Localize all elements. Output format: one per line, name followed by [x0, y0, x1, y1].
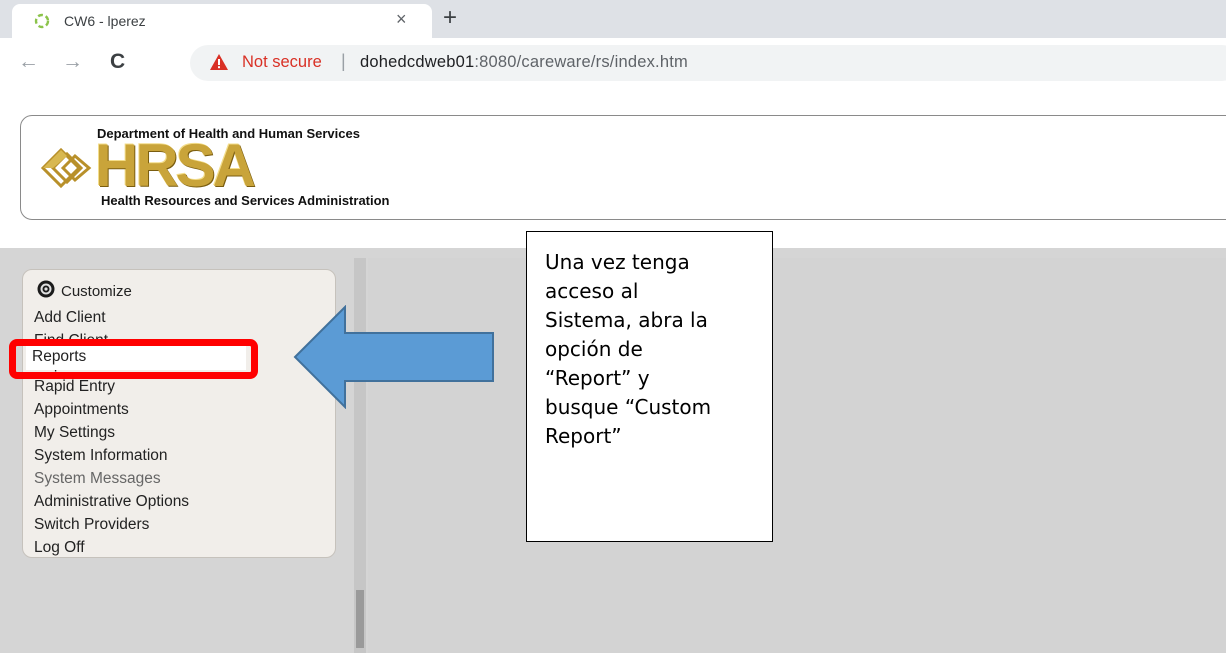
main-menu: Customize Add Client Find Client Reports…	[22, 269, 336, 558]
security-status[interactable]: Not secure	[242, 53, 322, 72]
address-bar[interactable]: Not secure | dohedcdweb01:8080/careware/…	[190, 45, 1226, 81]
reports-highlight-box	[9, 339, 258, 379]
menu-item-administrative-options[interactable]: Administrative Options	[34, 490, 189, 513]
new-tab-button[interactable]: +	[443, 4, 457, 32]
menu-item-my-settings[interactable]: My Settings	[34, 421, 189, 444]
reload-icon[interactable]: C	[110, 50, 125, 74]
hrsa-logo-text: HRSA	[95, 132, 256, 199]
gear-icon	[37, 280, 55, 298]
url-host: dohedcdweb01	[360, 53, 475, 71]
warning-icon[interactable]	[210, 54, 228, 70]
menu-customize[interactable]: Customize	[37, 280, 132, 300]
menu-item-system-information[interactable]: System Information	[34, 444, 189, 467]
url-separator: |	[341, 51, 346, 71]
close-tab-icon[interactable]: ×	[396, 9, 407, 30]
menu-item-log-off[interactable]: Log Off	[34, 536, 189, 559]
menu-item-system-messages[interactable]: System Messages	[34, 467, 189, 490]
tab-title: CW6 - lperez	[64, 13, 146, 29]
menu-item-add-client[interactable]: Add Client	[34, 306, 189, 329]
url-path: :8080/careware/rs/index.htm	[474, 53, 688, 71]
scrollbar-thumb[interactable]	[356, 590, 364, 648]
forward-arrow-icon[interactable]: →	[62, 50, 83, 74]
back-arrow-icon[interactable]: ←	[18, 50, 39, 74]
browser-toolbar: ← → C Not secure | dohedcdweb01:8080/car…	[0, 38, 1226, 88]
browser-tab-strip: CW6 - lperez × +	[0, 0, 1226, 38]
hrsa-banner: Department of Health and Human Services …	[20, 115, 1226, 220]
url-text[interactable]: dohedcdweb01:8080/careware/rs/index.htm	[360, 53, 688, 72]
main-content-area	[368, 258, 1226, 653]
instruction-callout: Una vez tenga acceso al Sistema, abra la…	[526, 231, 773, 542]
banner-agency-text: Health Resources and Services Administra…	[101, 193, 390, 208]
menu-item-appointments[interactable]: Appointments	[34, 398, 189, 421]
left-arrow-annotation-icon	[293, 305, 494, 409]
eagle-emblem-icon	[40, 147, 92, 189]
customize-label: Customize	[61, 283, 132, 300]
hrsa-logo: HRSA	[39, 134, 369, 198]
callout-text: Una vez tenga acceso al Sistema, abra la…	[545, 250, 712, 448]
menu-item-switch-providers[interactable]: Switch Providers	[34, 513, 189, 536]
browser-tab[interactable]: CW6 - lperez ×	[12, 4, 432, 38]
loading-spinner-icon	[34, 13, 50, 29]
